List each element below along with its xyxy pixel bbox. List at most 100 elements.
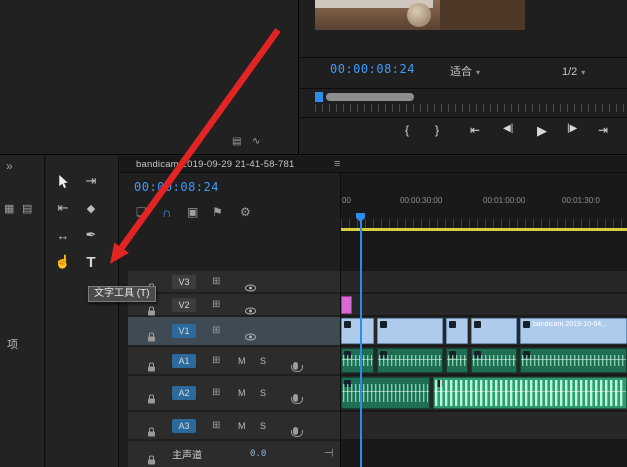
lock-icon[interactable] bbox=[148, 455, 155, 465]
fit-dropdown[interactable]: 适合 ▾ bbox=[450, 62, 480, 80]
audio-clip[interactable] bbox=[446, 348, 468, 373]
selection-tool-icon bbox=[59, 174, 68, 188]
timeline-timecode[interactable]: 00:00:08:24 bbox=[134, 180, 219, 194]
keyframes-icon[interactable]: ⊣ bbox=[324, 448, 334, 460]
track-target-button[interactable]: V1 bbox=[172, 324, 196, 338]
track-content-row[interactable] bbox=[341, 271, 627, 292]
panel-menu-icon[interactable]: ≡ bbox=[334, 158, 340, 170]
zoom-level-dropdown[interactable]: 1/2 ▾ bbox=[562, 62, 585, 80]
razor-icon: ◆ bbox=[86, 202, 96, 215]
razor-tool[interactable]: ◆ bbox=[78, 195, 104, 221]
time-ruler[interactable]: 00 00:00:30:00 00:01:00:00 00:01:30:0 bbox=[341, 192, 627, 228]
video-clip[interactable] bbox=[446, 318, 468, 344]
type-tool[interactable]: T bbox=[78, 249, 104, 275]
video-clip[interactable] bbox=[341, 318, 374, 344]
wrench-icon[interactable]: ⚙ bbox=[240, 206, 251, 218]
expand-panel-icon[interactable]: » bbox=[6, 160, 13, 172]
lock-icon[interactable] bbox=[148, 362, 155, 371]
tools-panel: ⇥ ⇤ ◆ ↔ ✒ ☝ T bbox=[46, 156, 119, 467]
mark-out-button[interactable]: } bbox=[435, 124, 439, 136]
slip-tool[interactable]: ↔ bbox=[50, 222, 76, 248]
project-panel-icon[interactable]: ▦ bbox=[4, 204, 14, 215]
hand-tool[interactable]: ☝ bbox=[50, 249, 76, 275]
sync-lock-icon[interactable]: ⊞ bbox=[212, 355, 220, 366]
track-target-button[interactable]: V2 bbox=[172, 297, 196, 312]
fx-badge-icon bbox=[523, 321, 530, 328]
track-target-button[interactable]: A3 bbox=[172, 418, 196, 433]
audio-clip[interactable] bbox=[377, 348, 443, 373]
media-browser-icon[interactable]: ▤ bbox=[22, 204, 32, 215]
monitor-playhead-marker[interactable] bbox=[315, 92, 323, 102]
track-select-forward-tool[interactable]: ⇥ bbox=[78, 168, 104, 194]
mark-in-button[interactable]: { bbox=[405, 124, 409, 136]
track-target-button[interactable]: A2 bbox=[172, 386, 196, 400]
mute-button[interactable]: M bbox=[238, 421, 246, 431]
sync-lock-icon[interactable]: ⊞ bbox=[212, 420, 220, 431]
ruler-label: 00:01:30:0 bbox=[562, 196, 600, 205]
track-content-row[interactable] bbox=[341, 412, 627, 439]
snap-magnet-icon[interactable]: ∩ bbox=[162, 205, 171, 220]
mute-button[interactable]: M bbox=[238, 356, 246, 366]
eye-icon[interactable] bbox=[245, 307, 257, 314]
lock-icon[interactable] bbox=[148, 394, 155, 404]
eye-icon[interactable] bbox=[245, 284, 257, 291]
track-header-v2: V2 ⊞ bbox=[128, 294, 340, 315]
mic-icon[interactable] bbox=[290, 426, 303, 437]
step-back-button[interactable]: ◀| bbox=[503, 124, 513, 134]
monitor-mini-ruler[interactable] bbox=[315, 104, 627, 112]
project-tab-label-partial[interactable]: 项 bbox=[7, 336, 18, 352]
premiere-workspace: ▤ ∿ 00:00:08:24 适合 ▾ 1/2 ▾ { } ⇤ ◀| ▶ |▶ ⇥… bbox=[0, 0, 627, 467]
sync-lock-icon[interactable]: ⊞ bbox=[212, 299, 220, 310]
sync-lock-icon[interactable]: ⊞ bbox=[212, 276, 220, 287]
track-header-a2: A2 ⊞ M S bbox=[128, 376, 340, 410]
timeline-tab-title[interactable]: bandicam 2019-09-29 21-41-58-781 bbox=[136, 159, 295, 170]
ripple-edit-tool[interactable]: ⇤ bbox=[50, 195, 76, 221]
track-target-button[interactable]: A1 bbox=[172, 353, 196, 368]
audio-clip[interactable] bbox=[433, 377, 627, 409]
audio-clip[interactable] bbox=[341, 348, 374, 373]
clip-name-label: bandicam 2019-10-04... bbox=[533, 321, 607, 328]
mic-icon[interactable] bbox=[290, 361, 303, 372]
fx-badge-icon bbox=[344, 321, 351, 328]
video-clip[interactable] bbox=[377, 318, 443, 344]
track-target-button[interactable]: V3 bbox=[172, 274, 196, 289]
selection-tool[interactable] bbox=[50, 168, 76, 194]
nest-toggle-icon[interactable]: ❏ bbox=[136, 206, 147, 218]
audio-clip[interactable] bbox=[520, 348, 627, 373]
solo-button[interactable]: S bbox=[260, 421, 266, 431]
audio-clip[interactable] bbox=[341, 377, 430, 409]
eye-icon[interactable] bbox=[245, 333, 257, 341]
lock-icon[interactable] bbox=[148, 306, 155, 315]
go-to-in-button[interactable]: ⇤ bbox=[470, 124, 480, 136]
go-to-out-button[interactable]: ⇥ bbox=[598, 124, 608, 136]
video-clip[interactable] bbox=[471, 318, 517, 344]
audio-clip[interactable] bbox=[471, 348, 517, 373]
lock-icon[interactable] bbox=[148, 332, 155, 342]
video-clip[interactable]: bandicam 2019-10-04... bbox=[520, 318, 627, 344]
zoom-scrollbar[interactable] bbox=[326, 93, 414, 101]
program-timecode[interactable]: 00:00:08:24 bbox=[330, 62, 415, 76]
track-content-row[interactable] bbox=[341, 294, 627, 315]
master-track-label: 主声道 bbox=[172, 450, 202, 462]
play-button[interactable]: ▶ bbox=[537, 124, 547, 137]
master-gain-value[interactable]: 0.0 bbox=[250, 449, 266, 459]
linked-selection-icon[interactable]: ▣ bbox=[187, 206, 198, 218]
lock-icon[interactable] bbox=[148, 427, 155, 436]
solo-button[interactable]: S bbox=[260, 388, 266, 398]
solo-button[interactable]: S bbox=[260, 356, 266, 366]
pen-tool[interactable]: ✒ bbox=[78, 222, 104, 248]
left-rail-panel: » ▦ ▤ 项 bbox=[0, 156, 45, 467]
video-clip[interactable] bbox=[341, 296, 352, 314]
sync-lock-icon[interactable]: ⊞ bbox=[212, 326, 220, 336]
drag-audio-icon[interactable]: ∿ bbox=[252, 137, 260, 147]
fx-badge-icon bbox=[380, 321, 387, 328]
sync-lock-icon[interactable]: ⊞ bbox=[212, 388, 220, 398]
playhead-line[interactable] bbox=[360, 213, 362, 467]
ruler-label: 00:00:30:00 bbox=[400, 196, 443, 205]
mic-icon[interactable] bbox=[290, 394, 303, 404]
drag-video-icon[interactable]: ▤ bbox=[232, 137, 241, 147]
render-bar bbox=[341, 228, 627, 231]
mute-button[interactable]: M bbox=[238, 388, 246, 398]
step-forward-button[interactable]: |▶ bbox=[567, 124, 577, 134]
add-marker-icon[interactable]: ⚑ bbox=[212, 206, 223, 218]
